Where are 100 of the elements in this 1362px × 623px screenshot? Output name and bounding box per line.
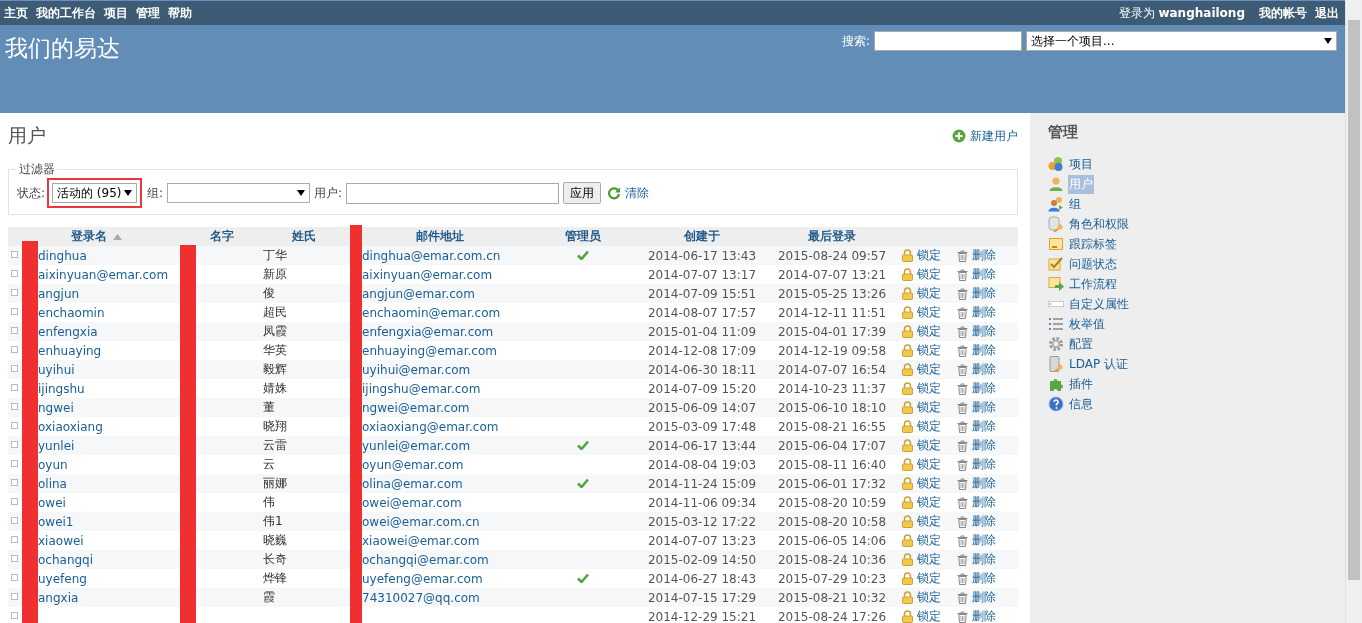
delete-link[interactable]: 删除 [957,608,996,623]
lock-link[interactable]: 锁定 [902,246,941,264]
new-user-link[interactable]: 新建用户 [952,127,1018,145]
login-link[interactable]: olina [38,476,67,491]
lock-link[interactable]: 锁定 [902,322,941,340]
account-link[interactable]: 退出 [1315,4,1339,22]
lock-link[interactable]: 锁定 [902,417,941,435]
email-link[interactable]: owei@emar.com.cn [362,514,480,529]
delete-link[interactable]: 删除 [957,456,996,473]
menu-link[interactable]: 项目 [104,4,128,22]
lock-link[interactable]: 锁定 [902,360,941,378]
sidebar-link[interactable]: 配置 [1068,334,1094,354]
email-link[interactable]: uyefeng@emar.com [362,571,483,586]
email-link[interactable]: oyun@emar.com [362,457,464,472]
lock-link[interactable]: 锁定 [902,607,941,623]
email-link[interactable]: owei@emar.com [362,495,462,510]
email-link[interactable]: enhuaying@emar.com [362,343,497,358]
search-field[interactable] [874,31,1022,51]
email-link[interactable]: oxiaoxiang@emar.com [362,419,499,434]
login-link[interactable]: enhuaying [38,343,102,358]
lock-link[interactable]: 锁定 [902,265,941,283]
sidebar-link[interactable]: 自定义属性 [1068,294,1130,314]
delete-link[interactable]: 删除 [957,494,996,511]
delete-link[interactable]: 删除 [957,380,996,397]
delete-link[interactable]: 删除 [957,570,996,587]
sidebar-link[interactable]: 问题状态 [1068,254,1118,274]
sidebar-link[interactable]: 项目 [1068,154,1094,174]
delete-link[interactable]: 删除 [957,418,996,435]
email-link[interactable]: enchaomin@emar.com [362,305,501,320]
delete-link[interactable]: 删除 [957,475,996,492]
sidebar-link[interactable]: 跟踪标签 [1068,234,1118,254]
email-link[interactable]: uyihui@emar.com [362,362,471,377]
delete-link[interactable]: 删除 [957,532,996,549]
sidebar-link[interactable]: 插件 [1068,374,1094,394]
menu-link[interactable]: 主页 [4,4,28,22]
delete-link[interactable]: 删除 [957,589,996,606]
lock-link[interactable]: 锁定 [902,512,941,530]
email-link[interactable]: xiaowei@emar.com [362,533,480,548]
lock-link[interactable]: 锁定 [902,379,941,397]
email-link[interactable]: dinghua@emar.com.cn [362,248,501,263]
scrollbar-thumb[interactable] [1348,20,1360,580]
lock-link[interactable]: 锁定 [902,303,941,321]
group-select[interactable] [167,183,311,203]
delete-link[interactable]: 删除 [957,513,996,530]
login-link[interactable]: oxiaoxiang [38,419,103,434]
login-link[interactable]: owei [38,495,66,510]
lock-link[interactable]: 锁定 [902,284,941,302]
email-link[interactable]: aixinyuan@emar.com [362,267,493,282]
email-link[interactable]: ngwei@emar.com [362,400,470,415]
lock-link[interactable]: 锁定 [902,455,941,473]
sidebar-link[interactable]: 组 [1068,194,1082,214]
lock-link[interactable]: 锁定 [902,398,941,416]
lock-link[interactable]: 锁定 [902,493,941,511]
lock-link[interactable]: 锁定 [902,436,941,454]
email-link[interactable]: ijingshu@emar.com [362,381,481,396]
email-link[interactable]: angjun@emar.com [362,286,475,301]
email-link[interactable]: olina@emar.com [362,476,463,491]
login-link[interactable]: oyun [38,457,68,472]
lock-link[interactable]: 锁定 [902,341,941,359]
login-link[interactable]: angxia [38,590,79,605]
email-link[interactable]: ochangqi@emar.com [362,552,489,567]
sidebar-link[interactable]: LDAP 认证 [1068,354,1129,374]
login-link[interactable]: enfengxia [38,324,98,339]
menu-link[interactable]: 管理 [136,4,160,22]
column-header[interactable]: 创建于 [636,227,768,246]
apply-button[interactable]: 应用 [563,182,602,204]
delete-link[interactable]: 删除 [957,247,996,264]
sidebar-link[interactable]: 角色和权限 [1068,214,1130,234]
delete-link[interactable]: 删除 [957,551,996,568]
user-field[interactable] [346,182,560,204]
email-link[interactable]: yunlei@emar.com [362,438,471,453]
email-link[interactable]: enfengxia@emar.com [362,324,494,339]
delete-link[interactable]: 删除 [957,399,996,416]
column-header[interactable]: 登录名 [8,227,185,246]
delete-link[interactable]: 删除 [957,285,996,302]
login-link[interactable]: angjun [38,286,80,301]
login-link[interactable]: xiaowei [38,533,84,548]
login-link[interactable]: ochangqi [38,552,94,567]
column-header[interactable]: 管理员 [530,227,636,246]
login-link[interactable]: owei1 [38,514,74,529]
login-link[interactable]: ijingshu [38,381,85,396]
delete-link[interactable]: 删除 [957,304,996,321]
delete-link[interactable]: 删除 [957,437,996,454]
lock-link[interactable]: 锁定 [902,474,941,492]
delete-link[interactable]: 删除 [957,266,996,283]
lock-link[interactable]: 锁定 [902,550,941,568]
login-link[interactable]: ngwei [38,400,74,415]
sidebar-link[interactable]: 工作流程 [1068,274,1118,294]
sidebar-link[interactable]: 枚举值 [1068,314,1106,334]
lock-link[interactable]: 锁定 [902,588,941,606]
lock-link[interactable]: 锁定 [902,569,941,587]
column-header[interactable]: 最后登录 [768,227,896,246]
clear-link[interactable]: 清除 [625,184,650,202]
login-link[interactable]: enchaomin [38,305,105,320]
lock-link[interactable]: 锁定 [902,531,941,549]
scrollbar[interactable] [1345,0,1362,623]
login-link[interactable]: yunlei [38,438,75,453]
account-link[interactable]: 我的帐号 [1259,4,1307,22]
sidebar-link[interactable]: 信息 [1068,394,1094,414]
email-link[interactable]: 74310027@qq.com [362,590,480,605]
